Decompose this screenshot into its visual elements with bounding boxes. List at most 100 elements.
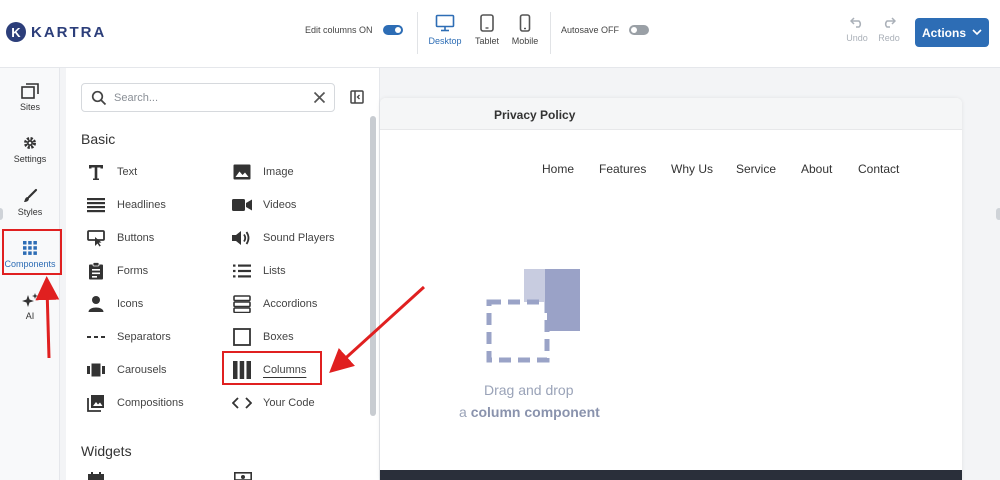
device-tablet-label: Tablet: [474, 36, 500, 46]
canvas-resize-handle[interactable]: [996, 208, 1000, 220]
rail-label-settings: Settings: [13, 154, 47, 164]
edit-columns-control: Edit columns ON: [305, 25, 403, 35]
nav-link-about[interactable]: About: [801, 162, 832, 176]
rail-resize-handle[interactable]: [0, 208, 3, 220]
component-label: Buttons: [117, 232, 155, 244]
rail-item-settings[interactable]: Settings: [0, 135, 60, 164]
component-label: Carousels: [117, 364, 167, 376]
component-videos[interactable]: Videos: [232, 195, 296, 215]
component-label: Your Code: [263, 397, 315, 409]
panel-scrollbar[interactable]: [370, 116, 376, 416]
search-icon: [91, 90, 107, 106]
carousel-icon: [87, 363, 105, 377]
top-toolbar: K KARTRA Edit columns ON Desktop Tablet …: [0, 0, 1000, 68]
page-canvas: Privacy Policy Home Features Why Us Serv…: [380, 98, 962, 480]
component-label: Icons: [117, 298, 144, 310]
component-forms[interactable]: Forms: [86, 261, 148, 281]
rail-item-ai[interactable]: AI: [0, 292, 60, 321]
monitor-icon: [435, 14, 455, 32]
logo-text: KARTRA: [31, 23, 107, 41]
speaker-icon: [232, 231, 250, 245]
rail-item-styles[interactable]: Styles: [0, 188, 60, 217]
component-compositions[interactable]: Compositions: [86, 393, 184, 413]
undo-label: Undo: [846, 33, 868, 43]
text-icon: [89, 165, 103, 180]
device-mobile-button[interactable]: Mobile: [503, 14, 547, 46]
section-title-basic: Basic: [81, 131, 116, 147]
headlines-icon: [87, 198, 105, 213]
code-icon: [232, 397, 252, 409]
brush-icon: [24, 188, 38, 202]
component-label: Accordions: [263, 298, 318, 310]
component-separators[interactable]: Separators: [86, 327, 171, 347]
component-carousels[interactable]: Carousels: [86, 360, 167, 380]
device-desktop-label: Desktop: [428, 36, 462, 46]
redo-label: Redo: [878, 33, 900, 43]
page-title: Privacy Policy: [494, 108, 576, 122]
component-icons[interactable]: Icons: [86, 294, 143, 314]
separator-icon: [87, 336, 105, 338]
image-icon: [233, 164, 251, 180]
accordion-icon: [233, 295, 251, 313]
dnd-hint-line2: a column component: [459, 404, 600, 420]
video-icon: [232, 199, 252, 211]
dnd-hint-line1: Drag and drop: [484, 382, 574, 398]
component-label: Lists: [263, 265, 286, 277]
collapse-panel-icon[interactable]: [350, 90, 364, 104]
page-header-bar: Privacy Policy: [380, 98, 962, 130]
nav-link-contact[interactable]: Contact: [858, 162, 899, 176]
autosave-toggle[interactable]: [629, 25, 650, 35]
calendar-icon: [88, 472, 104, 480]
redo-icon: [884, 17, 896, 28]
search-input[interactable]: [114, 89, 304, 107]
close-icon[interactable]: [313, 91, 326, 104]
autosave-label: Autosave OFF: [561, 25, 620, 35]
dnd-hint-prefix: a: [459, 404, 467, 420]
toolbar-divider: [550, 12, 551, 54]
device-desktop-button[interactable]: Desktop: [423, 14, 467, 46]
left-rail: Sites Settings Styles Components AI: [0, 68, 62, 480]
rail-label-sites: Sites: [19, 102, 40, 112]
section-title-widgets: Widgets: [81, 443, 132, 459]
component-label: Separators: [117, 331, 171, 343]
components-panel: Basic Text Headlines Buttons Forms Icons…: [66, 68, 380, 480]
component-boxes[interactable]: Boxes: [232, 327, 294, 347]
columns-highlight-box: [222, 351, 322, 385]
device-mobile-label: Mobile: [511, 36, 539, 46]
component-label: Headlines: [117, 199, 166, 211]
undo-button[interactable]: Undo: [842, 16, 872, 43]
toolbar-divider: [417, 12, 418, 54]
search-box: [81, 83, 335, 112]
redo-button[interactable]: Redo: [874, 16, 904, 43]
component-label: Text: [117, 166, 138, 178]
component-your-code[interactable]: Your Code: [232, 393, 315, 413]
gear-icon: [24, 137, 36, 149]
page-footer-bar: [380, 470, 962, 480]
undo-icon: [850, 17, 862, 28]
rail-item-sites[interactable]: Sites: [0, 83, 60, 112]
button-icon: [87, 230, 105, 247]
nav-link-why-us[interactable]: Why Us: [671, 162, 713, 176]
nav-link-home[interactable]: Home: [542, 162, 574, 176]
form-icon: [89, 262, 103, 280]
component-lists[interactable]: Lists: [232, 261, 286, 281]
component-buttons[interactable]: Buttons: [86, 228, 154, 248]
component-sound-players[interactable]: Sound Players: [232, 228, 335, 248]
dnd-hint-bold: column component: [470, 404, 600, 420]
component-image[interactable]: Image: [232, 162, 294, 182]
component-accordions[interactable]: Accordions: [232, 294, 317, 314]
component-text[interactable]: Text: [86, 162, 137, 182]
nav-link-service[interactable]: Service: [736, 162, 776, 176]
component-label: Sound Players: [263, 232, 335, 244]
edit-columns-toggle[interactable]: [382, 25, 403, 35]
actions-button[interactable]: Actions: [915, 18, 989, 47]
actions-label: Actions: [921, 25, 966, 40]
nav-link-features[interactable]: Features: [599, 162, 646, 176]
component-label: Image: [263, 166, 294, 178]
logo-mark: K: [6, 22, 26, 42]
rail-label-ai: AI: [25, 311, 35, 321]
component-headlines[interactable]: Headlines: [86, 195, 166, 215]
autosave-control: Autosave OFF: [561, 25, 650, 35]
mobile-icon: [519, 14, 531, 32]
kartra-logo[interactable]: K KARTRA: [6, 22, 106, 42]
